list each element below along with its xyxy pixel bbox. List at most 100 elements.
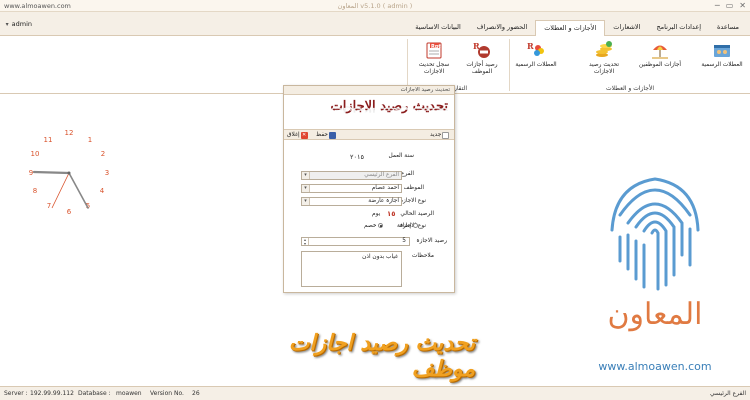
stepper-arrows-icon: ▴ ▾ bbox=[302, 238, 309, 245]
current-balance-value: ١٥ bbox=[387, 210, 396, 218]
clock-hour-hand bbox=[32, 170, 71, 175]
report-balloons-icon: R bbox=[527, 41, 544, 56]
deduct-radio-label: خصم bbox=[364, 223, 377, 229]
ribbon-group-title-holidays: الأجازات و العطلات bbox=[605, 85, 655, 92]
dialog-toolbar: إغلاق ✕ حفظ جديد bbox=[284, 129, 454, 140]
tab-settings[interactable]: إعدادات البرنامج bbox=[648, 20, 709, 36]
clock-number: 2 bbox=[101, 150, 105, 158]
official-holidays-label: العطلات الرسمية bbox=[701, 62, 743, 68]
window-title: المعاون v5.1.0 ( admin ) bbox=[337, 2, 413, 10]
current-balance-unit: يوم bbox=[372, 211, 381, 217]
year-label: سنة العمل bbox=[388, 153, 414, 159]
add-radio[interactable]: إضافة bbox=[397, 223, 419, 229]
employee-leaves-button[interactable]: أجازات الموظفين bbox=[634, 40, 686, 69]
clock-number: 8 bbox=[33, 187, 37, 195]
menu-tabs-bar: ▾ admin البيانات الاساسية الحضور والانصرا… bbox=[0, 12, 750, 37]
tab-attendance[interactable]: الحضور والانصراف bbox=[469, 20, 535, 36]
user-name: admin bbox=[11, 20, 32, 28]
report-pages-icon: Rpt bbox=[426, 42, 442, 59]
add-radio-label: إضافة bbox=[397, 223, 412, 229]
add-radio-dot bbox=[413, 223, 419, 228]
calendar-people-icon bbox=[714, 45, 730, 57]
save-button-label: حفظ bbox=[316, 132, 329, 138]
overlay-title: تحديث رصيد اجازات موظف bbox=[288, 330, 475, 382]
leave-balance-value: 5 bbox=[402, 238, 406, 244]
official-holidays-r-label: العطلات الرسمية bbox=[515, 62, 557, 68]
tab-help[interactable]: مساعدة bbox=[709, 20, 747, 36]
clock-number: 12 bbox=[65, 129, 74, 137]
employee-select[interactable]: ▾ احمد عصام bbox=[301, 184, 402, 193]
update-leave-balance-label: تحديث رصيد الاجازات bbox=[588, 62, 620, 75]
status-bar: Server : 192.99.99.112 Database : moawen… bbox=[0, 386, 750, 400]
tab-basic-data[interactable]: البيانات الاساسية bbox=[407, 20, 469, 36]
save-button[interactable]: حفظ bbox=[316, 131, 337, 139]
window-controls: ─ ▭ ✕ bbox=[715, 1, 746, 11]
database-value: moawen bbox=[116, 390, 142, 397]
dialog-heading-reflection: تحديث رصيد الاجازات bbox=[330, 106, 448, 113]
clock-number: 6 bbox=[67, 208, 72, 216]
version-value: 26 bbox=[192, 390, 200, 397]
ribbon-group-holidays: العطلات الرسمية أجازات الموظفين تحديث رص… bbox=[510, 36, 750, 94]
clock-number: 10 bbox=[31, 150, 40, 158]
new-document-icon bbox=[442, 131, 450, 139]
user-menu[interactable]: ▾ admin bbox=[6, 20, 32, 28]
clock-number: 3 bbox=[105, 169, 109, 177]
clock-number: 11 bbox=[44, 136, 53, 144]
svg-text:Rpt: Rpt bbox=[431, 44, 441, 50]
report-stamp-icon: R bbox=[473, 41, 490, 58]
brand-logo-text: المعاون bbox=[607, 297, 703, 332]
update-leave-balance-dialog: تحديث رصيد الاجازات تحديث رصيد الاجازات … bbox=[283, 85, 455, 293]
leave-updates-log-button[interactable]: Rpt سجل تحديث الاجازات bbox=[408, 40, 460, 76]
notes-textarea[interactable]: غياب بدون اذن bbox=[301, 251, 402, 287]
leave-balance-label: رصيد الاجازة bbox=[416, 238, 447, 244]
branch-select-value: الفرع الرئيسي bbox=[364, 172, 399, 178]
tab-leaves-holidays[interactable]: الأجازات و العطلات bbox=[535, 20, 606, 37]
update-leave-balance-button[interactable]: تحديث رصيد الاجازات bbox=[578, 40, 630, 76]
fingerprint-logo-icon bbox=[610, 177, 700, 291]
leave-type-select[interactable]: ▾ اجازة عارضة bbox=[301, 197, 402, 206]
close-window-button[interactable]: ✕ bbox=[739, 1, 746, 11]
official-holidays-r-button[interactable]: R العطلات الرسمية bbox=[510, 40, 562, 69]
new-button[interactable]: جديد bbox=[430, 131, 450, 139]
deduct-radio-dot bbox=[378, 223, 384, 228]
main-tabs: البيانات الاساسية الحضور والانصراف الأجا… bbox=[407, 20, 747, 37]
chevron-down-icon: ▾ bbox=[302, 198, 310, 205]
branch-select[interactable]: ▾ الفرع الرئيسي bbox=[301, 171, 402, 180]
status-branch: الفرع الرئيسي bbox=[710, 390, 746, 397]
deduct-radio[interactable]: خصم bbox=[364, 223, 384, 229]
current-balance-label: الرصيد الحالي bbox=[400, 211, 434, 217]
clock-second-hand bbox=[51, 172, 70, 209]
svg-text:R: R bbox=[527, 41, 534, 51]
leave-type-select-value: اجازة عارضة bbox=[368, 198, 399, 204]
employee-label: الموظف bbox=[403, 185, 424, 191]
official-holidays-button[interactable]: العطلات الرسمية bbox=[696, 40, 748, 69]
notes-label: ملاحظات bbox=[411, 253, 434, 259]
brand-url: www.almoawen.com bbox=[598, 360, 712, 373]
minimize-button[interactable]: ─ bbox=[715, 1, 720, 11]
coins-icon bbox=[596, 41, 612, 57]
tab-notifications[interactable]: الاشعارات bbox=[605, 20, 648, 36]
notes-value: غياب بدون اذن bbox=[362, 254, 398, 260]
ribbon-separator bbox=[509, 39, 510, 91]
server-label: Server : bbox=[4, 390, 28, 397]
employee-balance-report-button[interactable]: R رصيد أجازات الموظف bbox=[456, 40, 508, 76]
branch-label: الفرع bbox=[401, 171, 414, 177]
clock-minute-hand bbox=[68, 172, 89, 209]
new-button-label: جديد bbox=[430, 132, 442, 138]
clock-number: 9 bbox=[29, 169, 33, 177]
dialog-title-bar: تحديث رصيد الاجازات bbox=[284, 86, 454, 95]
close-button[interactable]: إغلاق ✕ bbox=[287, 131, 308, 139]
maximize-button[interactable]: ▭ bbox=[726, 1, 734, 11]
version-label: Version No. bbox=[150, 390, 184, 397]
clock-number: 4 bbox=[100, 187, 105, 195]
clock-center bbox=[67, 171, 71, 175]
leave-updates-log-label: سجل تحديث الاجازات bbox=[418, 62, 450, 75]
ribbon-separator bbox=[407, 39, 408, 91]
save-icon bbox=[329, 131, 337, 139]
leave-balance-stepper[interactable]: ▴ ▾ 5 bbox=[301, 237, 410, 246]
database-label: Database : bbox=[78, 390, 111, 397]
clock-number: 1 bbox=[88, 136, 92, 144]
employee-leaves-label: أجازات الموظفين bbox=[638, 62, 682, 68]
chevron-down-icon: ▾ bbox=[302, 185, 310, 192]
server-value: 192.99.99.112 bbox=[30, 390, 74, 397]
